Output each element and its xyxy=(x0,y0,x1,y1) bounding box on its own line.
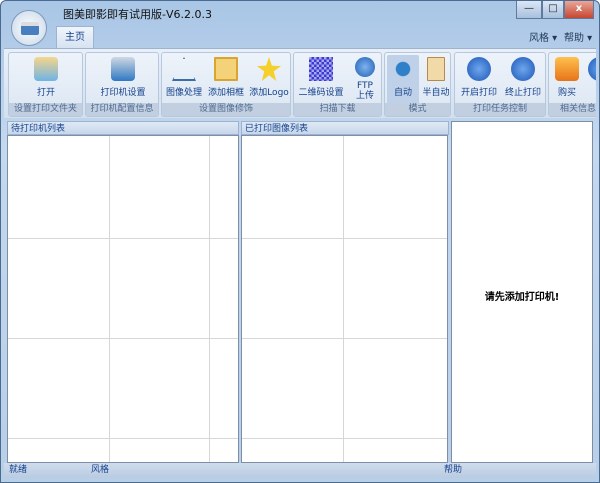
group-label: 设置打印文件夹 xyxy=(9,103,82,116)
group-mode: 自动 半自动 模式 xyxy=(384,52,451,117)
auto-mode-button[interactable]: 自动 xyxy=(387,55,419,105)
printer-list[interactable] xyxy=(7,135,239,463)
ftp-upload-label: FTP 上传 xyxy=(355,81,374,101)
maximize-button[interactable]: □ xyxy=(542,1,564,19)
upload-icon xyxy=(355,57,375,77)
stop-print-label: 终止打印 xyxy=(504,88,541,98)
add-frame-label: 添加相框 xyxy=(207,88,244,98)
printed-list-header: 已打印图像列表 xyxy=(241,121,449,135)
printer-list-header: 待打印机列表 xyxy=(7,121,239,135)
group-folder: 打开 设置打印文件夹 xyxy=(8,52,83,117)
qr-settings-button[interactable]: 二维码设置 xyxy=(296,55,346,98)
add-logo-label: 添加Logo xyxy=(249,88,289,98)
help-button[interactable]: 帮 xyxy=(585,55,596,98)
semi-auto-label: 半自动 xyxy=(422,88,450,98)
printer-icon xyxy=(21,22,39,35)
style-menu[interactable]: 风格 ▾ xyxy=(529,29,557,44)
play-icon xyxy=(467,57,491,81)
image-process-icon xyxy=(172,57,196,81)
hand-icon xyxy=(427,57,445,81)
open-label: 打开 xyxy=(36,88,55,98)
group-print-control: 开启打印 终止打印 打印任务控制 xyxy=(454,52,546,117)
qr-code-icon xyxy=(309,57,333,81)
image-process-button[interactable]: 图像处理 xyxy=(164,55,204,98)
stop-print-button[interactable]: 终止打印 xyxy=(502,55,544,98)
group-image: 图像处理 添加相框 添加Logo 设置图像修饰 xyxy=(161,52,291,117)
printer-settings-label: 打印机设置 xyxy=(100,88,146,98)
group-label: 相关信息 xyxy=(549,103,596,116)
group-label: 扫描下载 xyxy=(294,103,381,116)
qr-settings-label: 二维码设置 xyxy=(298,88,344,98)
group-scan: 二维码设置 FTP 上传 扫描下载 xyxy=(293,52,382,117)
help-label: 帮 xyxy=(595,88,596,98)
window-title: 图美即影即有试用版-V6.2.0.3 xyxy=(63,8,212,21)
group-printer: 打印机设置 打印机配置信息 xyxy=(85,52,159,117)
semi-auto-button[interactable]: 半自动 xyxy=(421,55,451,98)
cart-icon xyxy=(555,57,579,81)
folder-open-icon xyxy=(34,57,58,81)
app-window: 图美即影即有试用版-V6.2.0.3 — □ x 主页 风格 ▾ 帮助 ▾ 打开… xyxy=(0,0,600,483)
printed-image-list[interactable] xyxy=(241,135,448,463)
status-style: 风格 xyxy=(91,465,110,475)
close-button[interactable]: x xyxy=(564,1,594,19)
buy-label: 购买 xyxy=(557,88,576,98)
add-frame-icon xyxy=(214,57,238,81)
gears-icon xyxy=(391,57,415,81)
minimize-button[interactable]: — xyxy=(516,1,542,19)
add-frame-button[interactable]: 添加相框 xyxy=(206,55,246,98)
add-printer-message: 请先添加打印机! xyxy=(484,292,560,303)
open-button[interactable]: 打开 xyxy=(27,55,65,98)
status-bar: 就绪 风格 帮助 xyxy=(4,463,596,478)
group-info: 购买 帮 相关信息 xyxy=(548,52,596,117)
printer-settings-button[interactable]: 打印机设置 xyxy=(96,55,150,98)
add-logo-button[interactable]: 添加Logo xyxy=(248,55,290,98)
add-logo-icon xyxy=(257,57,281,81)
status-help: 帮助 xyxy=(444,465,463,475)
ribbon: 打开 设置打印文件夹 打印机设置 打印机配置信息 图像处理 添加相框 添加Log… xyxy=(4,48,596,118)
ftp-upload-button[interactable]: FTP 上传 xyxy=(350,55,380,101)
preview-panel: 请先添加打印机! xyxy=(451,121,593,463)
help-menu[interactable]: 帮助 ▾ xyxy=(564,29,592,44)
image-process-label: 图像处理 xyxy=(165,88,202,98)
auto-mode-label: 自动 xyxy=(393,88,412,98)
group-label: 打印任务控制 xyxy=(455,103,545,116)
tab-home[interactable]: 主页 xyxy=(56,26,94,48)
group-label: 模式 xyxy=(385,103,450,116)
help-icon xyxy=(588,57,596,81)
status-ready: 就绪 xyxy=(9,465,28,475)
start-print-button[interactable]: 开启打印 xyxy=(458,55,500,98)
start-print-label: 开启打印 xyxy=(460,88,497,98)
buy-button[interactable]: 购买 xyxy=(552,55,582,98)
tab-row: 主页 风格 ▾ 帮助 ▾ xyxy=(4,23,596,48)
group-label: 打印机配置信息 xyxy=(86,103,158,116)
group-label: 设置图像修饰 xyxy=(162,103,290,116)
pause-icon xyxy=(511,57,535,81)
printer-settings-icon xyxy=(111,57,135,81)
app-menu-button[interactable] xyxy=(11,10,47,46)
